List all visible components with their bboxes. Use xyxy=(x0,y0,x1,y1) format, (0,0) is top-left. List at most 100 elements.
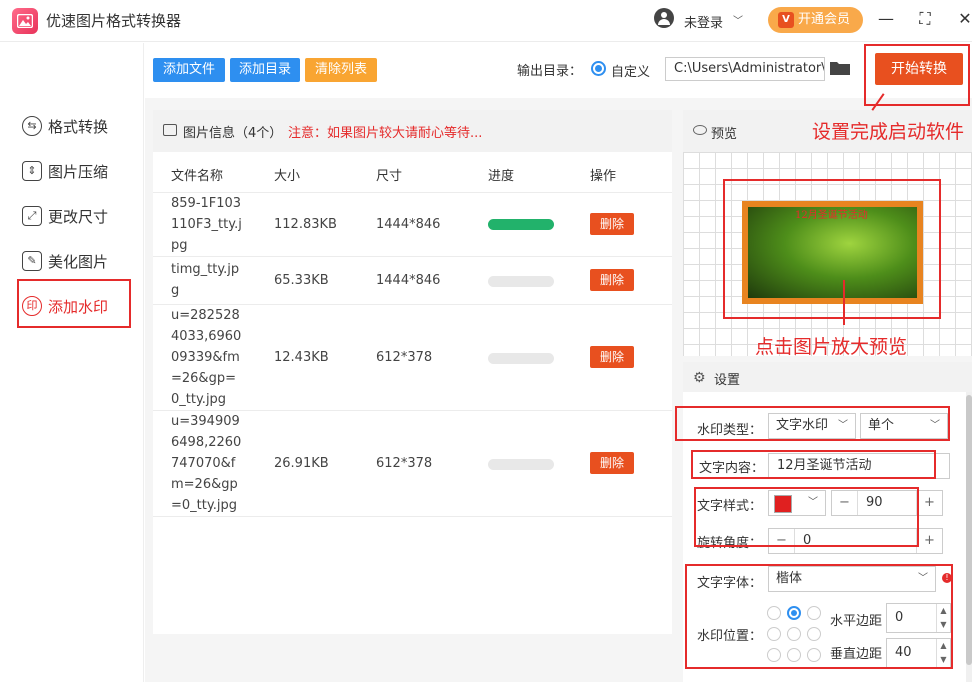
spin-arrows-icon[interactable]: ▲ ▼ xyxy=(936,604,950,632)
position-radio[interactable] xyxy=(787,606,801,620)
select-value: 单个 xyxy=(868,418,895,433)
file-name: timg_tty.jpg xyxy=(171,262,240,298)
annotation-start-hint: 设置完成启动软件 xyxy=(812,121,965,143)
spin-value[interactable]: 0 xyxy=(895,610,903,625)
text-content-input[interactable]: 12月圣诞节活动 xyxy=(768,453,950,479)
plus-icon[interactable]: + xyxy=(916,529,942,553)
sidebar-item-label: 更改尺寸 xyxy=(48,207,109,226)
table-row[interactable]: u=2825284033,696009339&fm=26&gp=0_tty.jp… xyxy=(153,305,672,411)
position-radio[interactable] xyxy=(787,627,801,641)
position-radio[interactable] xyxy=(767,606,781,620)
folder-icon[interactable] xyxy=(829,60,851,76)
position-radio[interactable] xyxy=(807,627,821,641)
sidebar-item-resize[interactable]: ⤢ 更改尺寸 xyxy=(22,204,108,228)
preview-title: 预览 xyxy=(711,127,738,142)
scrollbar-thumb[interactable] xyxy=(966,395,972,665)
annotation-arrow xyxy=(843,280,845,325)
sidebar-item-beautify[interactable]: ✎ 美化图片 xyxy=(22,249,108,273)
login-link[interactable]: 未登录 xyxy=(684,12,723,31)
v-margin-input[interactable]: 40 ▲ ▼ xyxy=(886,638,951,668)
output-dir-label: 输出目录： xyxy=(517,64,583,79)
position-radio[interactable] xyxy=(787,648,801,662)
spin-arrows-icon[interactable]: ▲ ▼ xyxy=(936,639,950,667)
delete-button[interactable]: 删除 xyxy=(590,346,634,368)
table-row[interactable]: u=3949096498,2260747070&fm=26&gp=0_tty.j… xyxy=(153,411,672,517)
resize-icon: ⤢ xyxy=(22,206,42,226)
position-radio[interactable] xyxy=(807,648,821,662)
list-note: 注意：如果图片较大请耐心等待... xyxy=(288,126,483,141)
chevron-down-icon: ﹀ xyxy=(918,573,928,584)
sidebar-item-label: 格式转换 xyxy=(48,117,109,136)
sidebar-item-compress[interactable]: ⇕ 图片压缩 xyxy=(22,159,108,183)
file-size: 65.33KB xyxy=(274,273,329,288)
text-style-label: 文字样式： xyxy=(697,499,763,514)
spin-value[interactable]: 40 xyxy=(895,645,912,660)
sidebar-item-label: 添加水印 xyxy=(48,297,109,316)
minus-icon[interactable]: − xyxy=(769,529,795,553)
minimize-icon[interactable]: — xyxy=(876,9,896,28)
delete-button[interactable]: 删除 xyxy=(590,452,634,474)
plus-icon[interactable]: + xyxy=(916,491,942,515)
start-convert-button[interactable]: 开始转换 xyxy=(875,53,963,85)
file-size: 26.91KB xyxy=(274,456,329,471)
h-margin-label: 水平边距 xyxy=(830,614,883,629)
chevron-down-icon[interactable]: ﹀ xyxy=(733,12,743,27)
sidebar-item-label: 图片压缩 xyxy=(48,162,109,181)
select-value: 楷体 xyxy=(776,571,803,586)
rotation-stepper[interactable]: −0 + xyxy=(768,528,943,554)
position-radio[interactable] xyxy=(767,648,781,662)
compress-icon: ⇕ xyxy=(22,161,42,181)
watermark-type-select[interactable]: 文字水印 ﹀ xyxy=(768,413,856,439)
file-dim: 1444*846 xyxy=(376,217,441,232)
maximize-icon[interactable]: ⛶ xyxy=(915,9,935,29)
file-name: 859-1F103110F3_tty.jpg xyxy=(171,196,242,253)
select-value: 文字水印 xyxy=(776,418,829,433)
table-row[interactable]: 859-1F103110F3_tty.jpg 112.83KB 1444*846… xyxy=(153,193,672,257)
beautify-icon: ✎ xyxy=(22,251,42,271)
font-size-stepper[interactable]: −90 + xyxy=(831,490,943,516)
file-dim: 612*378 xyxy=(376,350,433,365)
text-content-label: 文字内容： xyxy=(699,461,765,476)
stepper-value[interactable]: 90 xyxy=(866,491,883,515)
warning-icon: ! xyxy=(942,573,952,583)
col-header-name: 文件名称 xyxy=(171,169,224,184)
minus-icon[interactable]: − xyxy=(832,491,858,515)
output-path-input[interactable]: C:\Users\Administrator\ xyxy=(665,57,825,81)
col-header-dim: 尺寸 xyxy=(376,169,403,184)
file-dim: 1444*846 xyxy=(376,273,441,288)
add-directory-button[interactable]: 添加目录 xyxy=(230,58,300,82)
position-label: 水印位置： xyxy=(697,629,763,644)
delete-button[interactable]: 删除 xyxy=(590,269,634,291)
sidebar-item-watermark[interactable]: 印添加水印 xyxy=(22,294,108,318)
custom-radio[interactable] xyxy=(591,61,606,76)
progress-bar xyxy=(488,353,554,364)
file-name: u=3949096498,2260747070&fm=26&gp=0_tty.j… xyxy=(171,414,242,513)
watermark-count-select[interactable]: 单个 ﹀ xyxy=(860,413,948,439)
progress-bar xyxy=(488,276,554,287)
position-radio[interactable] xyxy=(767,627,781,641)
font-label: 文字字体： xyxy=(697,576,763,591)
position-radio[interactable] xyxy=(807,606,821,620)
font-select[interactable]: 楷体 ﹀ xyxy=(768,566,936,592)
app-title: 优速图片格式转换器 xyxy=(46,12,182,30)
color-swatch[interactable] xyxy=(774,495,792,513)
user-avatar-icon[interactable] xyxy=(654,8,674,28)
table-row[interactable]: timg_tty.jpg 65.33KB 1444*846 删除 xyxy=(153,257,672,305)
vip-icon: V xyxy=(778,12,794,28)
add-file-button[interactable]: 添加文件 xyxy=(153,58,225,82)
sidebar xyxy=(0,43,144,682)
vip-label: 开通会员 xyxy=(798,12,851,27)
h-margin-input[interactable]: 0 ▲ ▼ xyxy=(886,603,951,633)
delete-button[interactable]: 删除 xyxy=(590,213,634,235)
vip-button[interactable]: V 开通会员 xyxy=(768,7,863,33)
col-header-action: 操作 xyxy=(590,169,617,184)
file-size: 12.43KB xyxy=(274,350,329,365)
close-icon[interactable]: ✕ xyxy=(955,9,972,28)
stepper-value[interactable]: 0 xyxy=(803,529,811,553)
clear-list-button[interactable]: 清除列表 xyxy=(305,58,377,82)
custom-radio-label[interactable]: 自定义 xyxy=(611,61,650,80)
sidebar-item-format[interactable]: ⇆ 格式转换 xyxy=(22,114,108,138)
col-header-size: 大小 xyxy=(274,169,301,184)
watermark-preview-text: 12月圣诞节活动 xyxy=(795,210,868,221)
watermark-type-label: 水印类型： xyxy=(697,423,763,438)
